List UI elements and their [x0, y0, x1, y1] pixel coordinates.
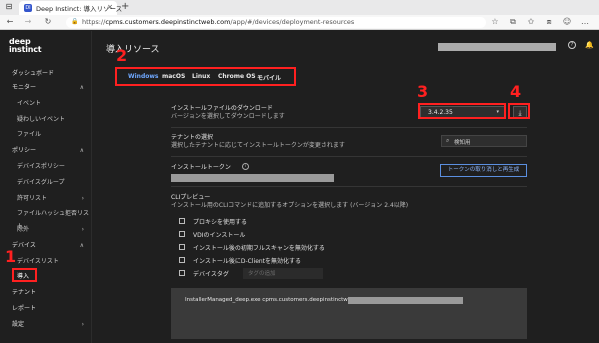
sidebar-item-device-groups[interactable]: デバイスグループ: [0, 176, 92, 189]
url-text: https://cpms.customers.deepinstinctweb.c…: [82, 18, 355, 26]
annotation-box-deployment: [12, 268, 37, 282]
reload-icon[interactable]: ↻: [43, 17, 53, 26]
bell-icon[interactable]: 🔔: [585, 41, 594, 49]
sidebar-item-dashboard[interactable]: ダッシュボード: [0, 67, 92, 80]
tenant-desc: 選択したテナントに応じてインストールトークンが変更されます: [171, 142, 345, 149]
sidebar-item-suspicious-events[interactable]: 疑わしいイベント: [0, 113, 92, 126]
chevron-up-icon: ∧: [79, 147, 84, 154]
profile-icon[interactable]: ☺: [562, 17, 572, 26]
sidebar-item-policy[interactable]: ポリシー ∧: [0, 144, 92, 157]
tag-input-placeholder: タグの追加: [248, 271, 276, 277]
checkbox[interactable]: [179, 218, 185, 224]
chevron-right-icon: ›: [81, 226, 84, 233]
chevron-right-icon: ›: [81, 195, 84, 202]
sidebar-item-allow-list[interactable]: 許可リスト ›: [0, 192, 92, 205]
checkbox[interactable]: [179, 257, 185, 263]
annotation-box-os-tabs: [115, 67, 296, 86]
sidebar-item-reports[interactable]: レポート: [0, 302, 92, 315]
star-icon[interactable]: ☆: [490, 17, 500, 26]
lock-icon: 🔒: [71, 18, 79, 25]
sidebar-item-exclusions[interactable]: 除外 ›: [0, 223, 92, 236]
help-icon[interactable]: ?: [568, 41, 576, 49]
redacted-command-args: [348, 297, 463, 304]
sidebar-item-tenants[interactable]: テナント: [0, 286, 92, 299]
checkbox[interactable]: [179, 270, 185, 276]
tenant-value: 検知用: [454, 140, 471, 146]
divider: [171, 156, 527, 157]
divider: [171, 186, 527, 187]
annotation-box-download: [508, 103, 530, 119]
chevron-up-icon: ∧: [79, 84, 84, 91]
divider: [171, 127, 527, 128]
url-field[interactable]: 🔒 https://cpms.customers.deepinstinctweb…: [66, 17, 486, 28]
token-label: インストールトークン: [171, 164, 231, 171]
browser-tab[interactable]: DI Deep Instinct: 導入リソース ×: [19, 1, 122, 15]
annotation-number-4: 4: [510, 82, 522, 101]
new-tab-button[interactable]: +: [121, 1, 129, 12]
cli-command: InstallerManaged_deep.exe cpms.customers…: [185, 297, 369, 303]
back-icon[interactable]: ←: [5, 17, 15, 26]
info-icon[interactable]: i: [242, 163, 249, 170]
address-toolbar: ← → ↻ 🔒 https://cpms.customers.deepinsti…: [0, 15, 599, 30]
favorites-icon[interactable]: ✩: [526, 17, 536, 26]
sidebar-item-settings[interactable]: 設定 ›: [0, 318, 92, 331]
chevron-right-icon: ›: [81, 321, 84, 328]
sidebar-item-monitor[interactable]: モニター ∧: [0, 81, 92, 94]
browser-tab-bar: ⊟ DI Deep Instinct: 導入リソース × +: [0, 0, 599, 15]
workspaces-icon[interactable]: ⊟: [3, 2, 15, 12]
search-icon: ⌕: [446, 137, 450, 144]
close-tab-icon[interactable]: ×: [107, 3, 113, 11]
chevron-up-icon: ∧: [79, 242, 84, 249]
regenerate-token-button[interactable]: トークンの取り消しと再生成: [440, 164, 527, 177]
cli-command-box[interactable]: InstallerManaged_deep.exe cpms.customers…: [171, 288, 527, 339]
more-icon[interactable]: …: [580, 17, 590, 26]
sidebar-item-files[interactable]: ファイル: [0, 128, 92, 141]
annotation-number-3: 3: [417, 82, 429, 101]
sidebar-item-device-policy[interactable]: デバイスポリシー: [0, 160, 92, 173]
sidebar-item-hash-deny-list[interactable]: ファイルハッシュ拒否リスト: [0, 207, 92, 230]
collections-icon[interactable]: ⧉: [508, 17, 518, 27]
tag-input[interactable]: タグの追加: [243, 268, 323, 279]
deep-instinct-logo[interactable]: deep instinct: [9, 38, 42, 54]
redacted-token: [171, 174, 334, 182]
annotation-box-version: [418, 103, 506, 119]
tenant-select[interactable]: ⌕ 検知用: [441, 135, 527, 147]
annotation-number-1: 1: [5, 247, 17, 266]
deep-instinct-favicon: DI: [24, 4, 32, 12]
page-title: 導入リソース: [106, 45, 160, 55]
share-icon[interactable]: ⧈: [544, 17, 554, 27]
sidebar-item-events[interactable]: イベント: [0, 97, 92, 110]
checkbox[interactable]: [179, 231, 185, 237]
checkbox[interactable]: [179, 244, 185, 250]
annotation-number-2: 2: [116, 46, 128, 65]
download-desc: バージョンを選択してダウンロードします: [171, 113, 285, 120]
redacted-user-info: [438, 43, 556, 51]
sidebar: deep instinct ダッシュボード モニター ∧ イベント 疑わしいイベン…: [0, 31, 92, 343]
forward-icon[interactable]: →: [23, 17, 33, 26]
cli-desc: インストール用のCLIコマンドに追加するオプションを選択します (バージョン 2…: [171, 202, 409, 209]
